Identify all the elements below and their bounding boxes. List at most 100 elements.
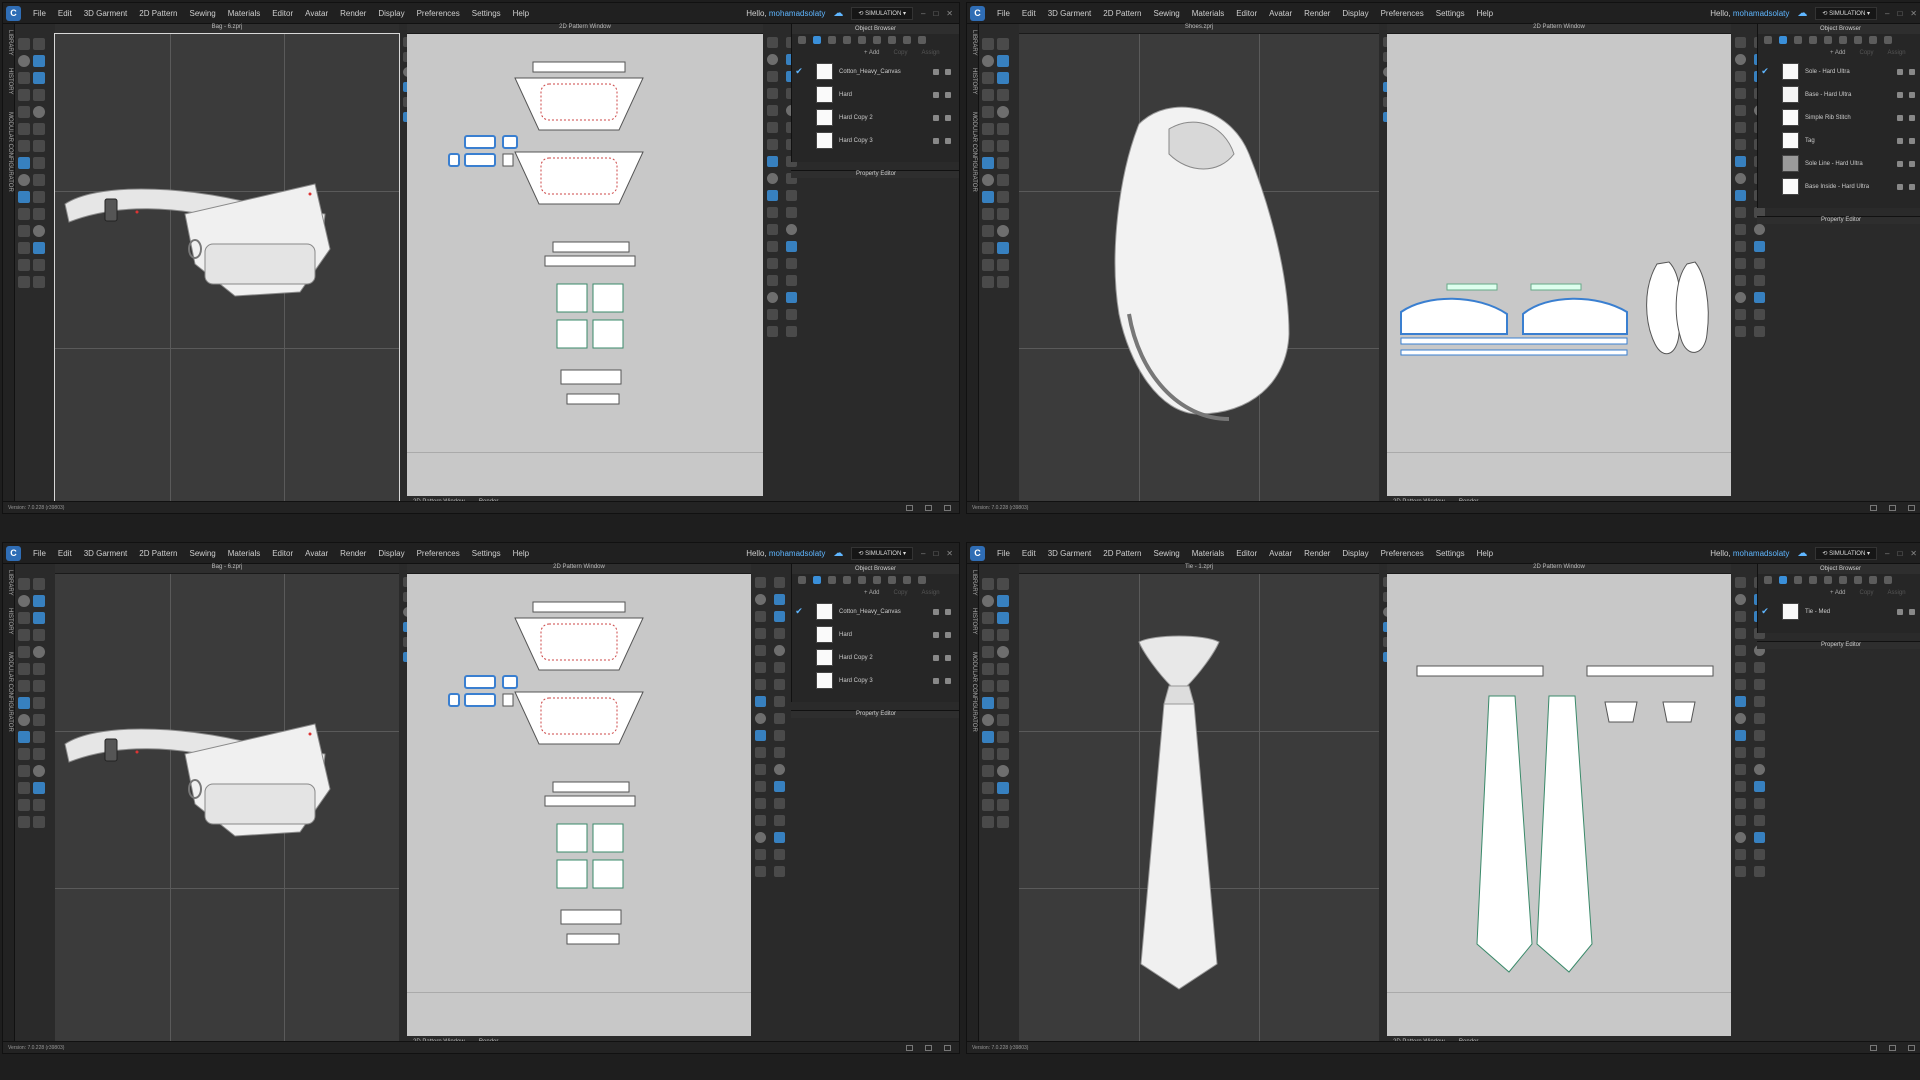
left-tool-icon[interactable] bbox=[33, 191, 45, 203]
right-tool-icon[interactable] bbox=[1754, 798, 1765, 809]
menu-item[interactable]: File bbox=[27, 9, 52, 18]
left-tool-icon[interactable] bbox=[997, 612, 1009, 624]
left-tool-icon[interactable] bbox=[33, 612, 45, 624]
fabric-item[interactable]: ✔ Cotton_Heavy_Canvas bbox=[792, 60, 959, 83]
left-tool-icon[interactable] bbox=[33, 208, 45, 220]
tab-library[interactable]: LIBRARY bbox=[7, 570, 13, 596]
menu-item[interactable]: Display bbox=[372, 9, 410, 18]
menu-item[interactable]: Edit bbox=[1016, 549, 1042, 558]
menu-item[interactable]: Materials bbox=[1186, 549, 1230, 558]
menu-item[interactable]: 2D Pattern bbox=[133, 9, 183, 18]
right-tool-icon[interactable] bbox=[774, 696, 785, 707]
status-view-icon[interactable] bbox=[1870, 1044, 1877, 1051]
bag-3d-model[interactable] bbox=[55, 574, 399, 1045]
menu-item[interactable]: Render bbox=[1298, 9, 1336, 18]
right-tool-icon[interactable] bbox=[767, 173, 778, 184]
left-tool-icon[interactable] bbox=[982, 191, 994, 203]
right-tool-icon[interactable] bbox=[774, 679, 785, 690]
fabric-swatch[interactable] bbox=[1782, 63, 1799, 80]
bag-pattern-pieces[interactable] bbox=[407, 34, 763, 496]
menu-item[interactable]: Preferences bbox=[411, 9, 466, 18]
left-tool-icon[interactable] bbox=[18, 782, 30, 794]
fabric-edit-icon[interactable] bbox=[933, 631, 939, 638]
right-tool-icon[interactable] bbox=[755, 764, 766, 775]
menu-item[interactable]: Display bbox=[1336, 9, 1374, 18]
menu-item[interactable]: Settings bbox=[1430, 549, 1471, 558]
left-tool-icon[interactable] bbox=[18, 89, 30, 101]
fabric-swatch[interactable] bbox=[1782, 155, 1799, 172]
right-tool-icon[interactable] bbox=[755, 628, 766, 639]
left-tool-icon[interactable] bbox=[982, 697, 994, 709]
right-tool-icon[interactable] bbox=[767, 54, 778, 65]
tab-modular-configurator[interactable]: MODULAR CONFIGURATOR bbox=[7, 112, 13, 192]
left-tool-icon[interactable] bbox=[33, 731, 45, 743]
right-tool-icon[interactable] bbox=[774, 730, 785, 741]
fabric-edit-icon[interactable] bbox=[1897, 183, 1903, 190]
left-tool-icon[interactable] bbox=[33, 680, 45, 692]
left-tool-icon[interactable] bbox=[18, 72, 30, 84]
menu-item[interactable]: File bbox=[27, 549, 52, 558]
left-tool-icon[interactable] bbox=[18, 55, 30, 67]
right-tool-icon[interactable] bbox=[774, 611, 785, 622]
tab-library[interactable]: LIBRARY bbox=[971, 30, 977, 56]
right-tool-icon[interactable] bbox=[1754, 275, 1765, 286]
fabric-edit-icon[interactable] bbox=[933, 608, 939, 615]
right-tool-icon[interactable] bbox=[1735, 190, 1746, 201]
right-tool-icon[interactable] bbox=[1735, 292, 1746, 303]
fabric-swatch[interactable] bbox=[1782, 132, 1799, 149]
left-tool-icon[interactable] bbox=[997, 38, 1009, 50]
right-tool-icon[interactable] bbox=[774, 645, 785, 656]
fabric-lock-icon[interactable] bbox=[1909, 183, 1915, 190]
right-tool-icon[interactable] bbox=[786, 309, 797, 320]
maximize-icon[interactable]: □ bbox=[1897, 9, 1902, 18]
right-tool-icon[interactable] bbox=[1754, 747, 1765, 758]
fabric-swatch[interactable] bbox=[816, 649, 833, 666]
left-tool-icon[interactable] bbox=[997, 697, 1009, 709]
add-button[interactable]: + Add bbox=[1830, 50, 1846, 56]
menu-item[interactable]: File bbox=[991, 9, 1016, 18]
fabric-lock-icon[interactable] bbox=[1909, 137, 1915, 144]
left-tool-icon[interactable] bbox=[982, 816, 994, 828]
right-tool-icon[interactable] bbox=[1754, 730, 1765, 741]
button-icon[interactable] bbox=[1869, 576, 1877, 584]
right-tool-icon[interactable] bbox=[1735, 54, 1746, 65]
left-tool-icon[interactable] bbox=[18, 816, 30, 828]
line-icon[interactable] bbox=[1824, 576, 1832, 584]
right-tool-icon[interactable] bbox=[755, 594, 766, 605]
right-tool-icon[interactable] bbox=[774, 747, 785, 758]
left-tool-icon[interactable] bbox=[33, 174, 45, 186]
3d-viewport[interactable] bbox=[54, 33, 400, 506]
menu-item[interactable]: Display bbox=[372, 549, 410, 558]
left-tool-icon[interactable] bbox=[18, 765, 30, 777]
right-tool-icon[interactable] bbox=[774, 764, 785, 775]
menu-item[interactable]: Avatar bbox=[299, 549, 334, 558]
menu-item[interactable]: Help bbox=[507, 9, 535, 18]
bag-3d-model[interactable] bbox=[55, 34, 399, 505]
menu-item[interactable]: 2D Pattern bbox=[1097, 9, 1147, 18]
dots-icon[interactable] bbox=[873, 576, 881, 584]
left-tool-icon[interactable] bbox=[982, 782, 994, 794]
right-tool-icon[interactable] bbox=[1735, 866, 1746, 877]
right-tool-icon[interactable] bbox=[774, 866, 785, 877]
close-icon[interactable]: ✕ bbox=[946, 549, 953, 558]
right-tool-icon[interactable] bbox=[1735, 258, 1746, 269]
left-tool-icon[interactable] bbox=[33, 663, 45, 675]
stitch-icon[interactable] bbox=[1854, 36, 1862, 44]
size-icon[interactable] bbox=[1884, 576, 1892, 584]
3d-viewport[interactable] bbox=[1019, 574, 1379, 1045]
assign-button[interactable]: Assign bbox=[1888, 590, 1906, 596]
left-tool-icon[interactable] bbox=[33, 55, 45, 67]
fabric-edit-icon[interactable] bbox=[1897, 137, 1903, 144]
right-tool-icon[interactable] bbox=[1735, 815, 1746, 826]
right-tool-icon[interactable] bbox=[1735, 628, 1746, 639]
list-icon[interactable] bbox=[1764, 36, 1772, 44]
size-icon[interactable] bbox=[918, 36, 926, 44]
right-tool-icon[interactable] bbox=[1735, 241, 1746, 252]
right-tool-icon[interactable] bbox=[774, 628, 785, 639]
menu-item[interactable]: Edit bbox=[1016, 9, 1042, 18]
left-tool-icon[interactable] bbox=[982, 242, 994, 254]
cloud-icon[interactable]: ☁ bbox=[833, 548, 843, 559]
left-tool-icon[interactable] bbox=[982, 106, 994, 118]
left-tool-icon[interactable] bbox=[997, 208, 1009, 220]
menu-item[interactable]: Settings bbox=[1430, 9, 1471, 18]
